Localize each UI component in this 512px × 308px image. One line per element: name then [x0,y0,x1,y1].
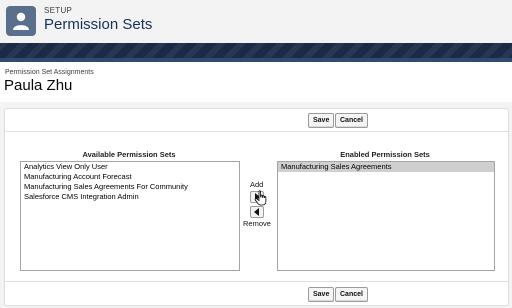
hand-cursor-icon [254,190,267,206]
save-button-bottom[interactable]: Save [308,287,335,302]
top-button-row: Save Cancel [5,109,508,132]
assignment-label: Permission Set Assignments [5,69,94,76]
list-item[interactable]: Manufacturing Sales Agreements For Commu… [21,182,239,192]
list-item[interactable]: Salesforce CMS Integration Admin [21,192,239,202]
cancel-button-bottom[interactable]: Cancel [335,287,368,302]
permission-set-editor: Save Cancel Available Permission Sets An… [4,108,509,306]
remove-label: Remove [243,219,271,228]
save-button-top[interactable]: Save [308,113,335,128]
bottom-button-row: Save Cancel [5,281,508,306]
page-header: SETUP Permission Sets [0,0,512,43]
user-name: Paula Zhu [4,77,73,94]
list-item[interactable]: Analytics View Only User [21,162,239,172]
add-label: Add [250,180,264,189]
page-title: Permission Sets [44,16,153,33]
cancel-button-top[interactable]: Cancel [335,113,368,128]
list-item[interactable]: Manufacturing Account Forecast [21,172,239,182]
enabled-heading: Enabled Permission Sets [340,150,430,159]
remove-button[interactable] [250,206,264,218]
setup-eyebrow: SETUP [44,6,73,15]
available-heading: Available Permission Sets [82,150,176,159]
arrow-left-icon [254,208,259,216]
available-listbox[interactable]: Analytics View Only User Manufacturing A… [20,161,240,271]
user-icon [6,6,36,36]
list-item[interactable]: Manufacturing Sales Agreements [278,162,494,172]
enabled-listbox[interactable]: Manufacturing Sales Agreements [277,161,495,271]
assignment-header: Permission Set Assignments Paula Zhu [0,62,512,102]
